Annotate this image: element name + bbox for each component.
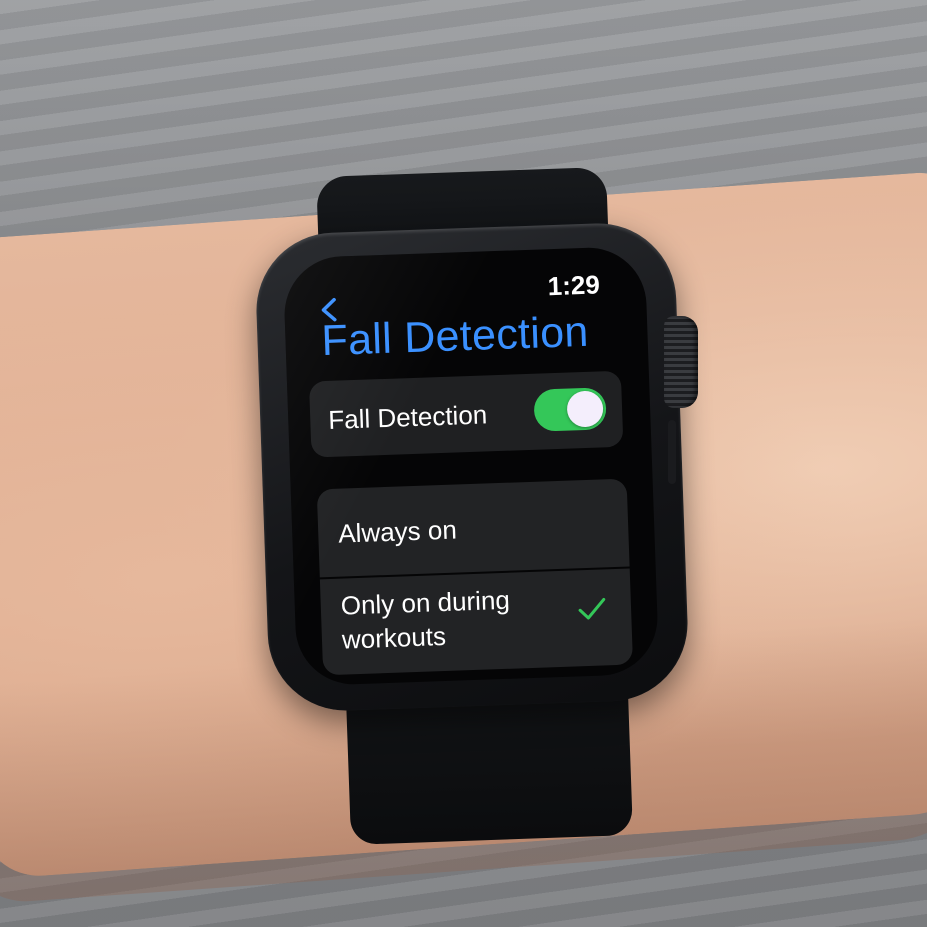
watch-screen: 1:29 Fall Detection Fall Detection Alway… [282,245,660,687]
side-button[interactable] [668,420,676,484]
digital-crown[interactable] [664,316,698,408]
option-label: Always on [337,514,458,549]
page-title: Fall Detection [320,307,590,366]
photo-scene: 1:29 Fall Detection Fall Detection Alway… [0,0,927,927]
status-time: 1:29 [547,269,601,302]
fall-detection-toggle-row[interactable]: Fall Detection [308,370,624,458]
option-always-on[interactable]: Always on [316,478,630,578]
toggle-knob [566,390,604,428]
checkmark-icon [574,591,609,626]
option-label: Only on during workouts [340,584,511,655]
option-only-workouts[interactable]: Only on during workouts [319,568,634,676]
fall-detection-toggle[interactable] [533,387,607,432]
toggle-label: Fall Detection [327,399,488,435]
